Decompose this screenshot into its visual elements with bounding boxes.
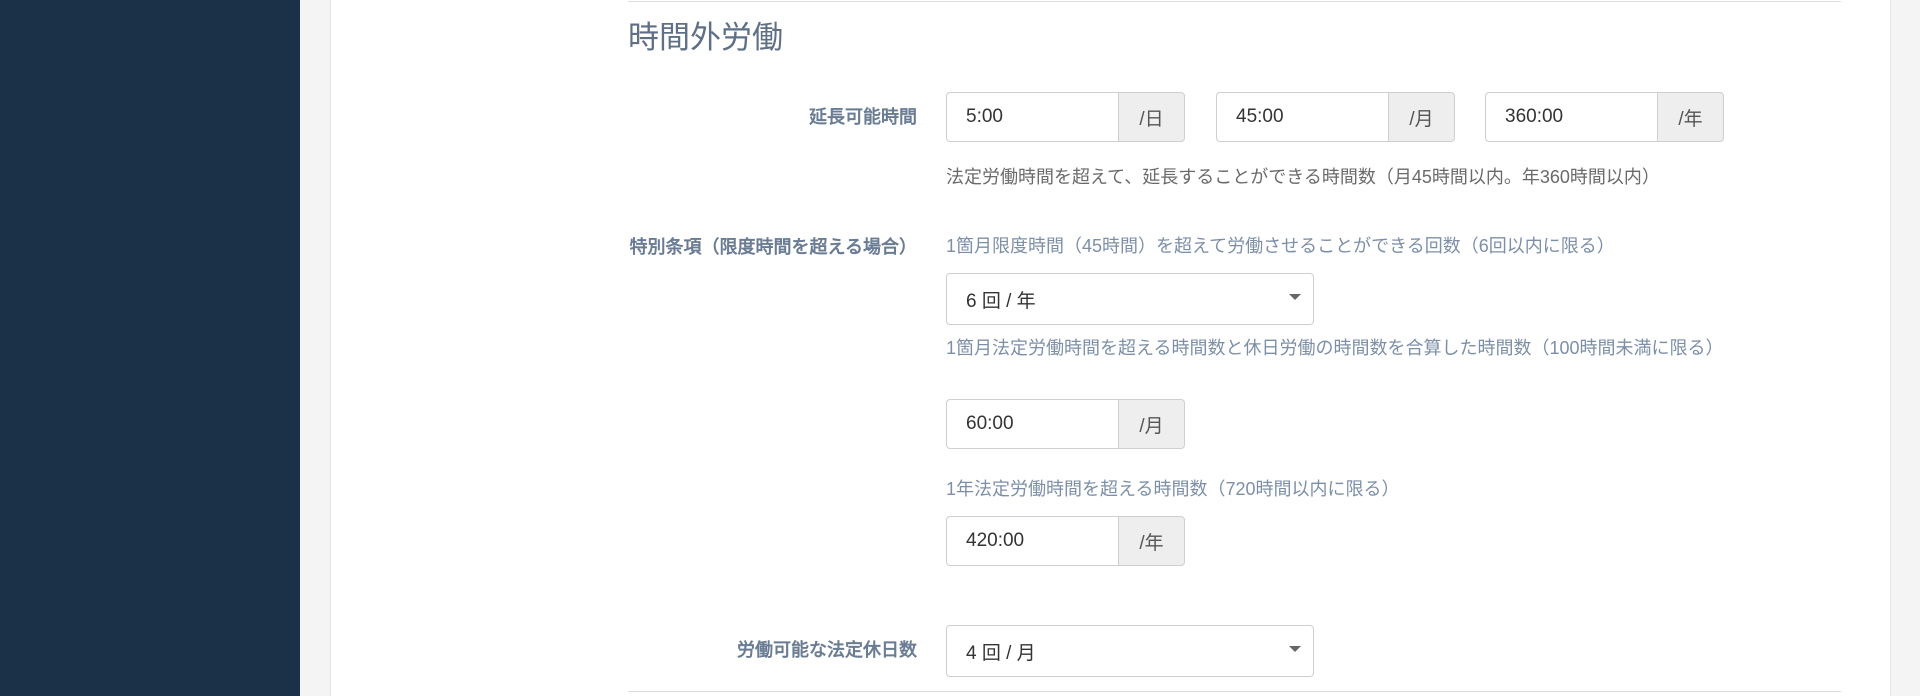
extension-month-input[interactable]	[1216, 92, 1388, 142]
special-yearly-input[interactable]	[946, 516, 1118, 566]
extension-year-group: /年	[1485, 92, 1724, 142]
section-divider-bottom	[628, 691, 1841, 692]
section-title: 時間外労働	[628, 20, 783, 55]
special-count-select-value: 6 回 / 年	[966, 290, 1036, 312]
chevron-down-icon	[1289, 294, 1301, 300]
extension-help-text: 法定労働時間を超えて、延長することができる時間数（月45時間以内。年360時間以…	[946, 167, 1660, 187]
per-month-addon: /月	[1388, 92, 1455, 142]
special-count-help-text: 1箇月限度時間（45時間）を超えて労働させることができる回数（6回以内に限る）	[946, 236, 1615, 256]
per-month-addon: /月	[1118, 399, 1185, 449]
special-monthly-group: /月	[946, 399, 1185, 449]
legal-holidays-label: 労働可能な法定休日数	[737, 640, 917, 660]
extension-hours-label: 延長可能時間	[809, 107, 917, 127]
extension-month-group: /月	[1216, 92, 1455, 142]
special-monthly-input[interactable]	[946, 399, 1118, 449]
special-yearly-help-text: 1年法定労働時間を超える時間数（720時間以内に限る）	[946, 479, 1400, 499]
legal-holidays-select[interactable]: 4 回 / 月	[946, 625, 1314, 677]
per-day-addon: /日	[1118, 92, 1185, 142]
special-yearly-group: /年	[946, 516, 1185, 566]
section-divider-top	[628, 1, 1841, 2]
extension-day-group: /日	[946, 92, 1185, 142]
legal-holidays-select-value: 4 回 / 月	[966, 642, 1036, 664]
special-clause-label: 特別条項（限度時間を超える場合）	[629, 237, 917, 257]
per-year-addon: /年	[1118, 516, 1185, 566]
sidebar	[0, 0, 300, 696]
per-year-addon: /年	[1657, 92, 1724, 142]
chevron-down-icon	[1289, 646, 1301, 652]
special-count-select[interactable]: 6 回 / 年	[946, 273, 1314, 325]
special-monthly-help-text: 1箇月法定労働時間を超える時間数と休日労働の時間数を合算した時間数（100時間未…	[946, 338, 1724, 358]
extension-year-input[interactable]	[1485, 92, 1657, 142]
extension-day-input[interactable]	[946, 92, 1118, 142]
